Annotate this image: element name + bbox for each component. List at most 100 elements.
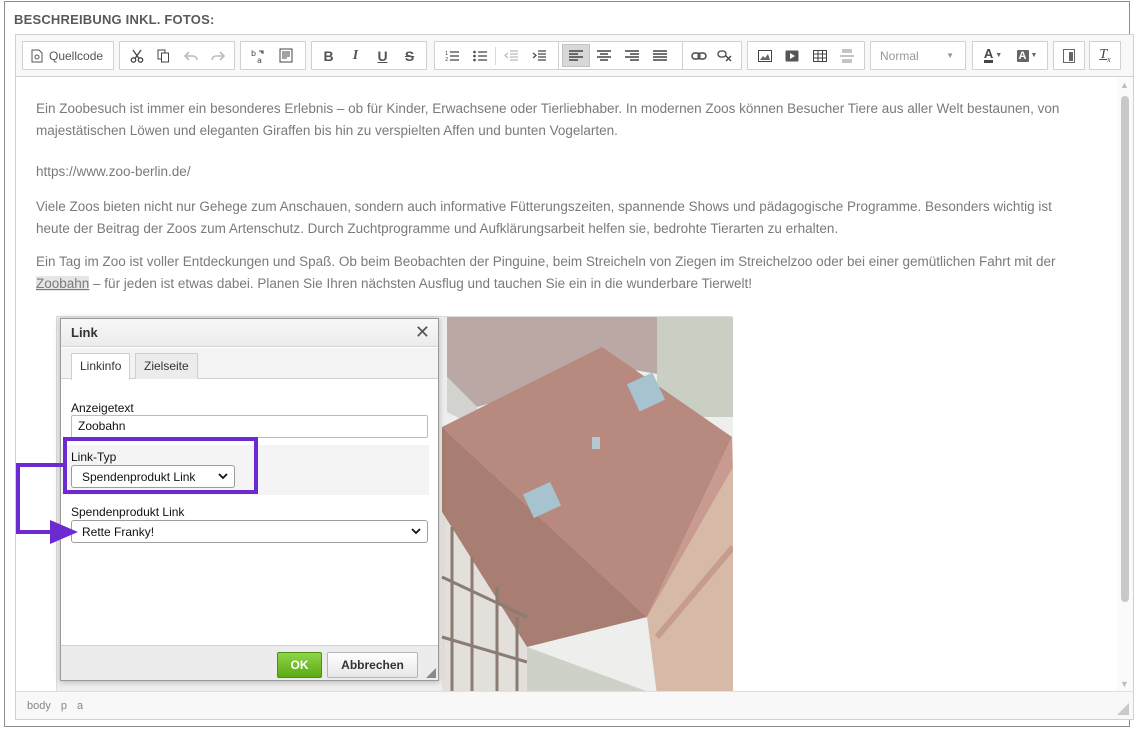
toolbar-separator — [495, 46, 496, 65]
copy-button[interactable] — [150, 44, 177, 67]
scroll-up-icon[interactable]: ▲ — [1120, 80, 1129, 90]
paste-text-button[interactable] — [272, 44, 300, 67]
toolbar-group-cleanup: Tx — [1089, 41, 1121, 70]
toolbar-group-lists: 12 — [434, 41, 570, 70]
background-color-button[interactable]: A ▼ — [1010, 44, 1044, 67]
paragraph-programs: Viele Zoos bieten nicht nur Gehege zum A… — [36, 199, 1052, 236]
chevron-down-icon: ▼ — [946, 51, 954, 60]
redo-icon — [210, 50, 225, 61]
indent-button[interactable] — [525, 44, 553, 67]
align-left-icon — [569, 49, 583, 61]
paragraph-day: Ein Tag im Zoo ist voller Entdeckungen u… — [36, 251, 1086, 295]
copy-icon — [157, 49, 169, 62]
path-item-a[interactable]: a — [77, 700, 83, 712]
toolbar-group-tools: ba — [240, 41, 306, 70]
paragraph-day-start: Ein Tag im Zoo ist voller Entdeckungen u… — [36, 254, 1056, 269]
tab-zielseite[interactable]: Zielseite — [135, 353, 198, 379]
strikethrough-button[interactable]: S — [396, 44, 423, 67]
align-right-icon — [625, 49, 639, 61]
italic-button[interactable]: I — [342, 44, 369, 67]
svg-text:a: a — [257, 56, 262, 64]
paragraph-day-end: – für jeden ist etwas dabei. Planen Sie … — [89, 276, 752, 291]
cut-icon — [130, 49, 143, 63]
unlink-button[interactable] — [712, 44, 738, 67]
toolbar-group-links — [682, 41, 742, 70]
toolbar-group-insert — [747, 41, 865, 70]
underline-icon: U — [377, 47, 388, 64]
align-left-button[interactable] — [562, 44, 590, 67]
cancel-button[interactable]: Abbrechen — [327, 652, 418, 678]
italic-icon: I — [352, 47, 359, 63]
editor-toolbar: Quellcode ba B I U S 1 2 Normal ▼ A ▼ A … — [16, 35, 1133, 77]
align-center-button[interactable] — [590, 44, 618, 67]
bulleted-list-button[interactable] — [466, 44, 494, 67]
background-color-icon: A — [1016, 49, 1029, 62]
horizontal-rule-button[interactable] — [834, 44, 862, 67]
remove-format-glyph: T — [1099, 47, 1108, 63]
link-icon — [691, 51, 707, 60]
link-dialog: Link ✕ Linkinfo Zielseite Anzeigetext Zo… — [60, 318, 439, 681]
horizontal-rule-icon — [840, 49, 855, 62]
paragraph-url: https://www.zoo-berlin.de/ — [36, 164, 191, 179]
spellcheck-button[interactable]: ba — [244, 44, 272, 67]
video-button[interactable] — [779, 44, 807, 67]
strikethrough-icon: S — [404, 47, 415, 64]
scroll-down-icon[interactable]: ▼ — [1120, 679, 1129, 689]
table-icon — [812, 49, 827, 62]
text-color-button[interactable]: A ▼ — [976, 44, 1010, 67]
annotation-highlight-box — [63, 437, 258, 494]
text-color-icon: A — [983, 46, 994, 63]
unlink-icon — [717, 49, 732, 61]
paste-text-icon — [279, 48, 293, 63]
link-button[interactable] — [686, 44, 712, 67]
undo-button[interactable] — [177, 44, 204, 67]
svg-text:b: b — [251, 49, 256, 58]
bold-icon: B — [323, 47, 334, 64]
toolbar-group-basicstyles: B I U S — [311, 41, 427, 70]
element-path-bar: body p a — [16, 691, 1133, 719]
underline-button[interactable]: U — [369, 44, 396, 67]
bold-button[interactable]: B — [315, 44, 342, 67]
cut-button[interactable] — [123, 44, 150, 67]
dialog-resize-handle-icon[interactable] — [426, 668, 436, 678]
donation-product-select[interactable]: Rette Franky! — [71, 520, 428, 543]
format-select[interactable]: Normal ▼ — [874, 44, 960, 67]
redo-button[interactable] — [204, 44, 231, 67]
show-blocks-button[interactable] — [1057, 44, 1081, 67]
outdent-button[interactable] — [497, 44, 525, 67]
editor-scrollbar[interactable]: ▲ ▼ — [1117, 78, 1133, 691]
dialog-tabs: Linkinfo Zielseite — [61, 348, 438, 380]
undo-icon — [183, 50, 198, 61]
chevron-down-icon — [411, 528, 421, 535]
numbered-list-icon: 12 — [445, 51, 459, 62]
toolbar-group-blocks — [1053, 41, 1085, 70]
display-text-input[interactable]: Zoobahn — [71, 415, 428, 438]
toolbar-group-colors: A ▼ A ▼ — [972, 41, 1048, 70]
toolbar-group-format: Normal ▼ — [870, 41, 966, 70]
path-item-body[interactable]: body — [27, 700, 51, 712]
chevron-down-icon: ▼ — [995, 52, 1003, 59]
format-select-value: Normal — [880, 48, 919, 63]
spellcheck-icon: ba — [251, 49, 264, 64]
justify-button[interactable] — [646, 44, 674, 67]
justify-icon — [653, 49, 667, 61]
numbered-list-button[interactable]: 12 — [438, 44, 466, 67]
scroll-thumb[interactable] — [1121, 96, 1129, 602]
remove-format-button[interactable]: Tx — [1093, 44, 1117, 67]
image-icon — [757, 49, 772, 62]
image-button[interactable] — [751, 44, 779, 67]
toolbar-group-align — [558, 41, 684, 70]
align-center-icon — [597, 49, 611, 61]
dialog-footer: OK Abbrechen — [61, 645, 438, 680]
path-item-p[interactable]: p — [61, 700, 67, 712]
donation-product-select-value: Rette Franky! — [82, 524, 155, 539]
dialog-title: Link — [61, 319, 438, 347]
close-icon[interactable]: ✕ — [415, 323, 430, 341]
annotation-arrow-icon — [16, 463, 78, 544]
table-button[interactable] — [806, 44, 834, 67]
svg-text:2: 2 — [445, 57, 448, 62]
show-blocks-icon — [1063, 48, 1075, 63]
align-right-button[interactable] — [618, 44, 646, 67]
resize-handle-icon[interactable] — [1117, 703, 1129, 715]
ok-button[interactable]: OK — [277, 652, 322, 678]
